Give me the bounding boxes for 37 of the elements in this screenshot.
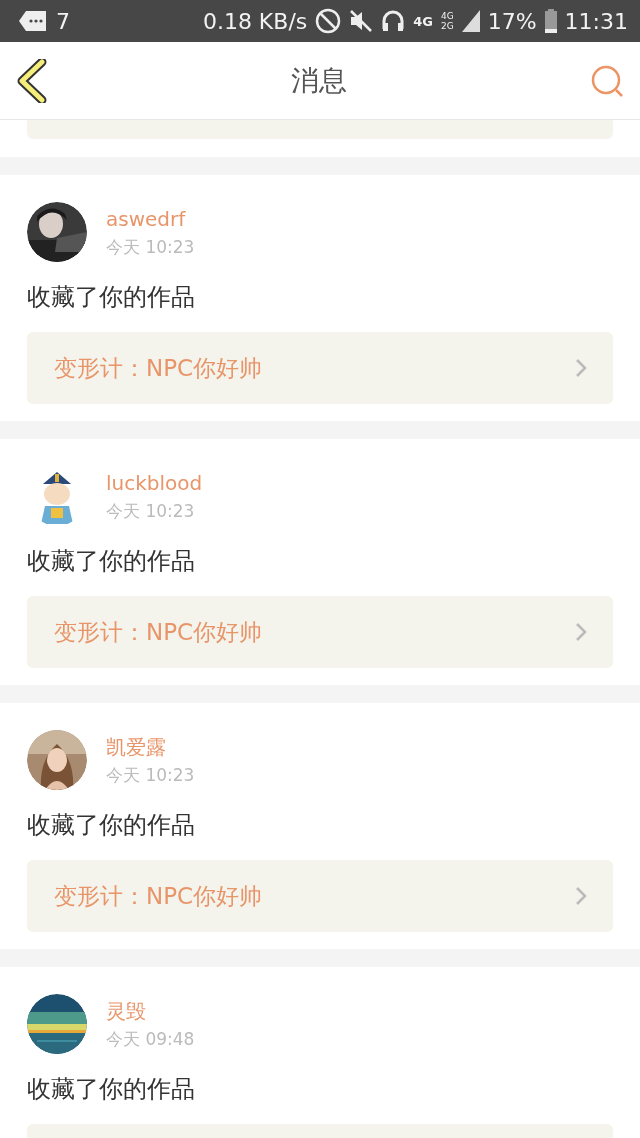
message-text: 收藏了你的作品 [27, 1074, 196, 1105]
chevron-right-icon [575, 358, 587, 378]
user-name[interactable]: aswedrf [106, 207, 195, 231]
message-text: 收藏了你的作品 [27, 546, 196, 577]
page-title: 消息 [290, 62, 348, 99]
work-title: 变形计：NPC你好帅 [54, 353, 264, 383]
work-link[interactable]: 变形计：NPC你好帅 [27, 860, 613, 932]
blocked-icon [315, 8, 342, 34]
battery-percent: 17% [487, 8, 537, 34]
signal-icon [461, 10, 480, 32]
mute-icon [349, 9, 374, 33]
user-name[interactable]: 灵毁 [106, 999, 195, 1023]
chevron-right-icon [575, 622, 587, 642]
work-title: 变形计：NPC你好帅 [54, 617, 264, 647]
notification-count: 7 [56, 8, 70, 34]
timestamp: 今天 10:23 [106, 237, 195, 257]
timestamp: 今天 09:48 [106, 1029, 195, 1049]
timestamp: 今天 10:23 [106, 501, 196, 521]
message-text: 收藏了你的作品 [27, 282, 196, 313]
work-title: 变形计：NPC你好帅 [54, 881, 264, 911]
network-type: 4G [413, 13, 433, 29]
work-link[interactable]: 变形计：NPC你好帅 [27, 332, 613, 404]
chevron-right-icon [575, 886, 587, 906]
message-icon [18, 10, 48, 32]
network-speed: 0.18 KB/s [202, 8, 308, 34]
user-name[interactable]: luckblood [106, 471, 203, 495]
search-icon[interactable] [590, 63, 624, 98]
user-name[interactable]: 凯爱露 [106, 735, 195, 759]
signal-label: 4G [441, 11, 454, 21]
signal-label: 2G [441, 21, 454, 31]
battery-icon [544, 9, 557, 33]
back-icon[interactable] [16, 58, 48, 103]
headphones-icon [381, 9, 406, 33]
clock: 11:31 [564, 8, 628, 34]
timestamp: 今天 10:23 [106, 765, 195, 785]
message-text: 收藏了你的作品 [27, 810, 196, 841]
work-link[interactable]: 变形计：NPC你好帅 [27, 596, 613, 668]
